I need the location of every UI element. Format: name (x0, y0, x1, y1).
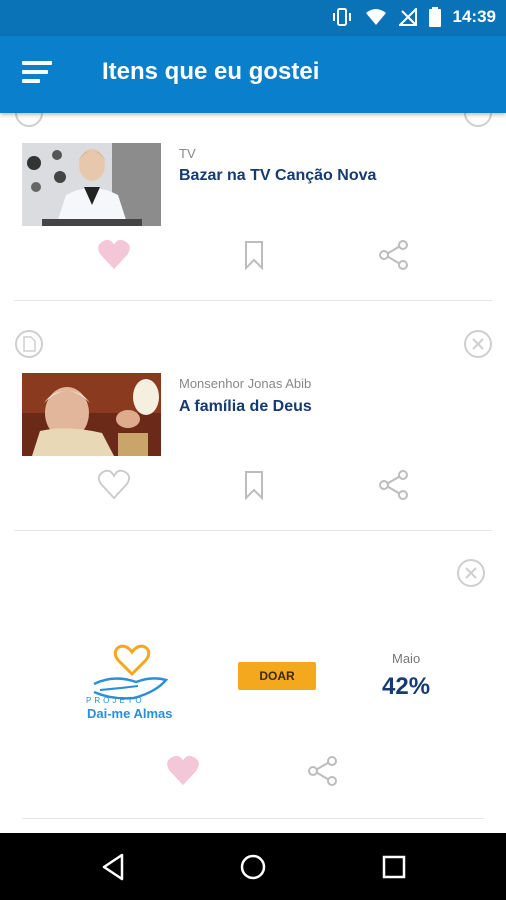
priest-image (22, 373, 161, 456)
x-icon (472, 338, 484, 350)
presenter-image (22, 143, 161, 226)
item-title[interactable]: A família de Deus (179, 398, 312, 416)
item-thumbnail[interactable] (22, 143, 161, 226)
bookmark-icon[interactable] (237, 238, 271, 272)
share-icon[interactable] (377, 238, 411, 272)
menu-line-icon (22, 70, 48, 74)
divider (14, 530, 492, 531)
menu-line-icon (22, 79, 40, 83)
close-icon[interactable] (464, 113, 492, 127)
recents-icon[interactable] (378, 851, 410, 883)
list-item[interactable]: TV Bazar na TV Canção Nova (0, 113, 506, 302)
share-icon[interactable] (306, 754, 340, 788)
menu-button[interactable] (22, 61, 56, 89)
close-icon[interactable] (457, 559, 485, 587)
item-category: Monsenhor Jonas Abib (179, 376, 312, 391)
app-bar: Itens que eu gostei (0, 36, 506, 113)
logo-subtitle: PROJETO (86, 696, 145, 705)
heart-icon[interactable] (97, 468, 131, 502)
close-icon[interactable] (464, 330, 492, 358)
campaign-month: Maio (392, 651, 421, 666)
page-icon (23, 336, 36, 352)
battery-icon (428, 7, 441, 27)
campaign-percent: 42% (382, 673, 431, 700)
item-title[interactable]: Bazar na TV Canção Nova (179, 167, 376, 185)
item-category: TV (179, 146, 196, 161)
no-signal-icon (398, 8, 417, 26)
home-icon[interactable] (237, 851, 269, 883)
item-thumbnail[interactable] (22, 373, 161, 456)
menu-line-icon (22, 61, 52, 65)
list-item[interactable]: Monsenhor Jonas Abib A família de Deus (0, 302, 506, 532)
wifi-icon (365, 9, 386, 25)
donate-button[interactable]: DOAR (238, 662, 316, 690)
share-icon[interactable] (377, 468, 411, 502)
heart-icon[interactable] (97, 238, 131, 272)
back-icon[interactable] (98, 851, 130, 883)
logo-name: Dai-me Almas (87, 706, 173, 721)
divider (14, 300, 492, 301)
bookmark-icon[interactable] (237, 468, 271, 502)
vibrate-icon (332, 8, 351, 26)
page-title: Itens que eu gostei (102, 58, 320, 85)
favorites-list[interactable]: TV Bazar na TV Canção Nova Monsenhor Jon… (0, 113, 506, 833)
document-icon (15, 113, 43, 127)
document-icon (15, 330, 43, 358)
status-time: 14:39 (452, 7, 496, 26)
system-navigation-bar (0, 833, 506, 900)
divider (22, 818, 484, 819)
heart-icon[interactable] (166, 754, 200, 788)
status-bar: 14:39 (0, 0, 506, 36)
x-icon (465, 567, 477, 579)
